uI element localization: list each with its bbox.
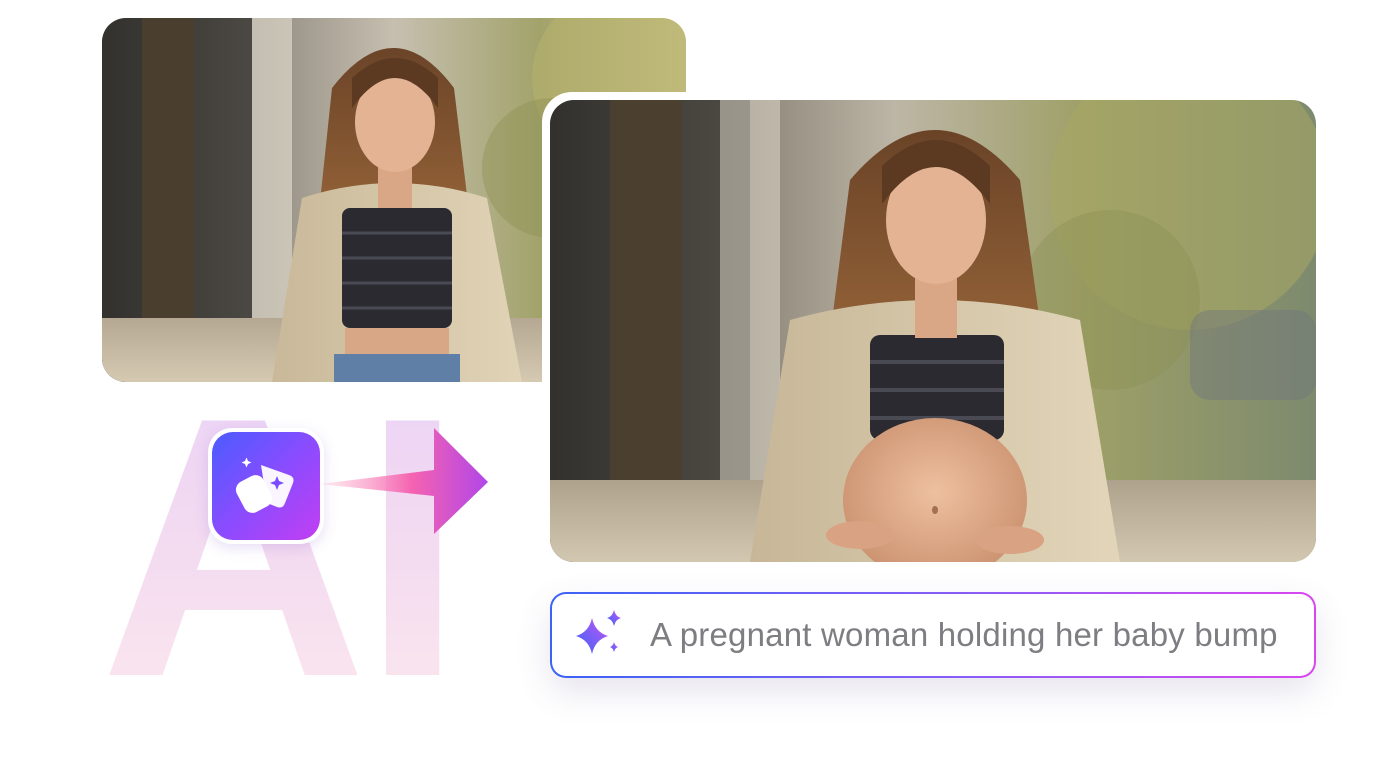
prompt-text: A pregnant woman holding her baby bump (650, 616, 1278, 653)
prompt-input-box[interactable]: A pregnant woman holding her baby bump (550, 592, 1316, 678)
app-icon (208, 428, 324, 544)
ai-magic-eraser-icon (212, 432, 320, 540)
result-photo (550, 100, 1316, 562)
hero-stage: AI A pregnant woman holding her baby bum… (0, 0, 1380, 762)
sparkle-icon (576, 610, 621, 654)
prompt-input-inner: A pregnant woman holding her baby bump (552, 594, 1314, 676)
arrow-right-icon (320, 428, 488, 534)
